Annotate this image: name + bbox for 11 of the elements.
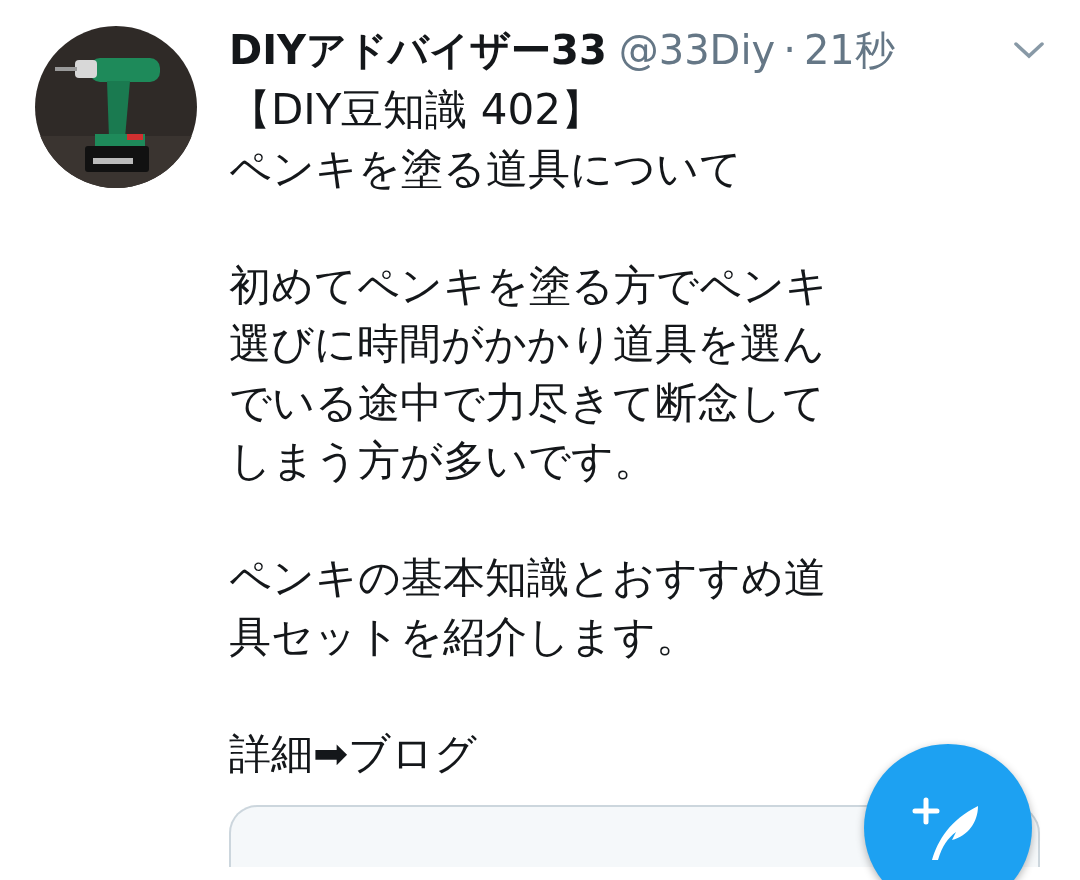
tweet-time: 21秒 (803, 25, 895, 75)
tweet-paragraph: ペンキを塗る道具について (229, 142, 743, 195)
separator-dot: · (783, 27, 796, 73)
tweet-paragraph: ペンキの基本知識とおすすめ道具セットを紹介します。 (229, 552, 827, 663)
display-name[interactable]: DIYアドバイザー33 (229, 22, 607, 78)
tweet-paragraph: 初めてペンキを塗る方でペンキ選びに時間がかかり道具を選んでいる途中で力尽きて断念してしまう方が多いです。 (229, 259, 829, 487)
user-handle: @33Diy (618, 27, 776, 73)
chevron-down-icon[interactable] (1014, 41, 1044, 59)
compose-button[interactable] (864, 744, 1032, 880)
tweet-title: 【DIY豆知識 402】 (229, 84, 604, 136)
tweet-paragraph: 詳細➡ブログ (229, 727, 479, 780)
